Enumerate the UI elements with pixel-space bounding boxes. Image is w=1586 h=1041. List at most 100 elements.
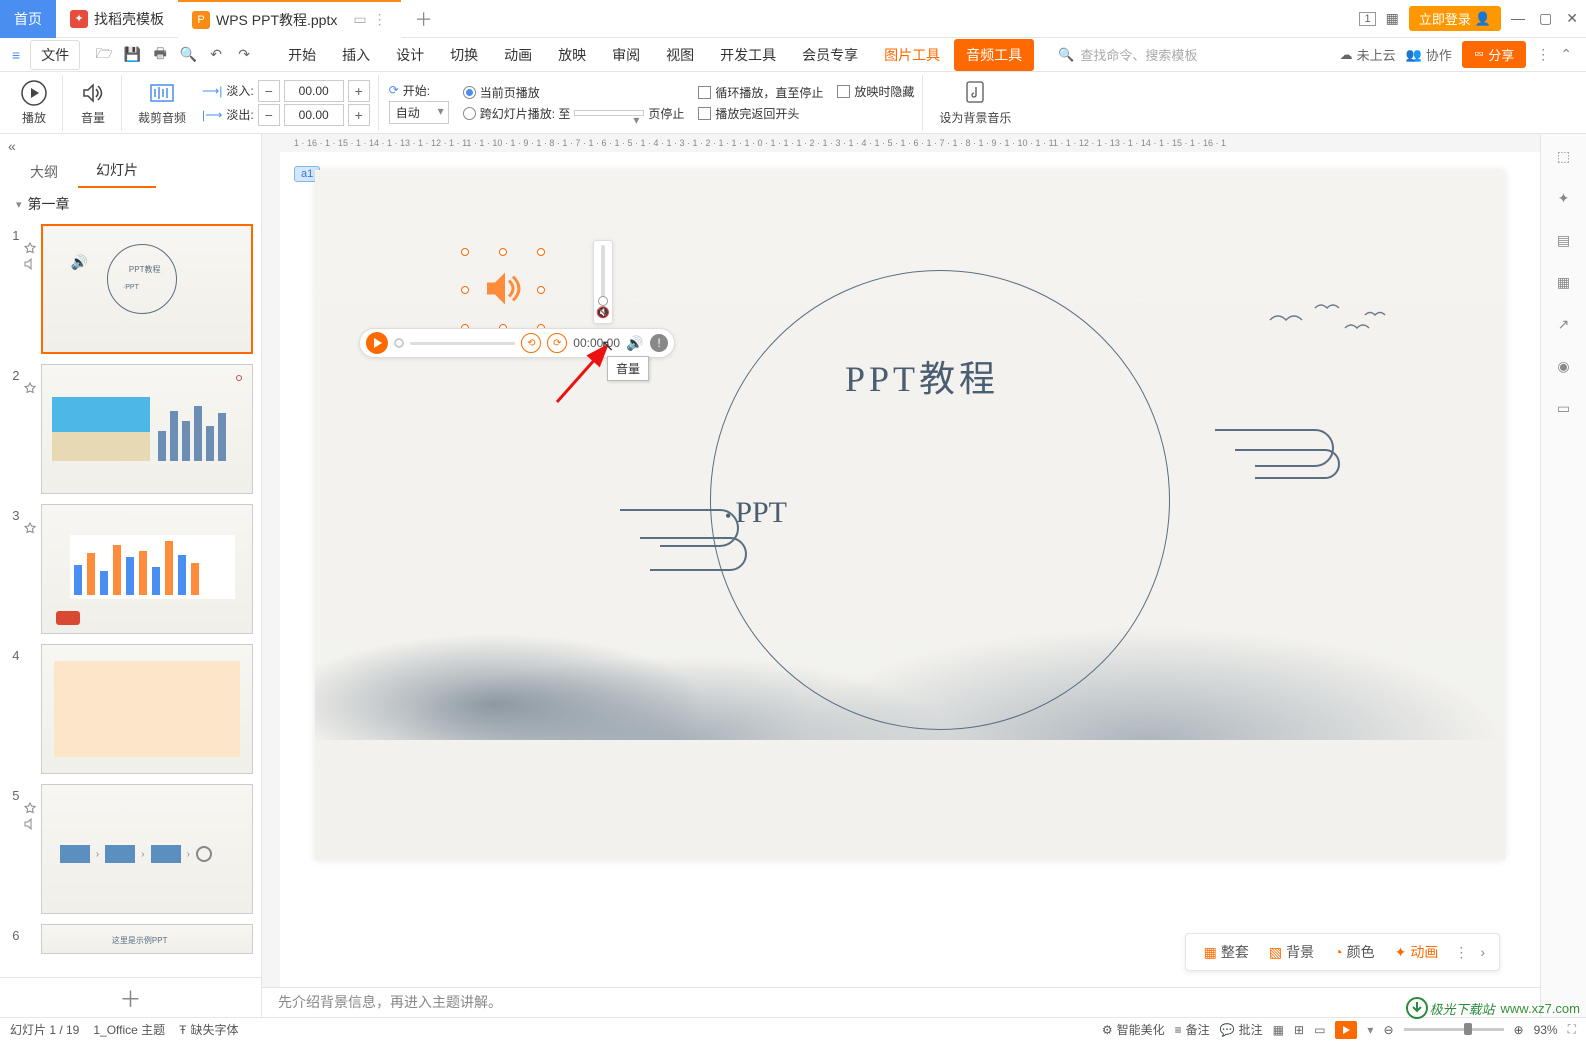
- page-indicator[interactable]: 幻灯片 1 / 19: [10, 1021, 79, 1038]
- tab-insert[interactable]: 插入: [330, 39, 382, 71]
- command-search[interactable]: 🔍 查找命令、搜索模板: [1050, 41, 1250, 68]
- cloud-status[interactable]: ☁未上云: [1340, 45, 1396, 64]
- tab-audio-tools[interactable]: 音频工具: [954, 39, 1034, 71]
- bgm-button[interactable]: 设为背景音乐: [933, 77, 1017, 128]
- audio-object[interactable]: [465, 252, 541, 328]
- seek-handle[interactable]: [394, 338, 404, 348]
- tab-animation[interactable]: 动画: [492, 39, 544, 71]
- comments-toggle[interactable]: 💬批注: [1220, 1021, 1263, 1038]
- zoom-slider[interactable]: [1404, 1028, 1504, 1031]
- resize-handle[interactable]: [537, 248, 545, 256]
- resize-handle[interactable]: [461, 248, 469, 256]
- fadeout-plus[interactable]: +: [348, 104, 370, 126]
- panel-collapse-icon[interactable]: «: [8, 138, 16, 154]
- view-sorter-icon[interactable]: ⊞: [1294, 1023, 1304, 1037]
- fadeout-minus[interactable]: −: [258, 104, 280, 126]
- resize-handle[interactable]: [537, 286, 545, 294]
- tab-doc-pin-icon[interactable]: ⋮: [373, 11, 387, 28]
- minimize-icon[interactable]: —: [1511, 10, 1525, 27]
- volume-handle[interactable]: [598, 296, 608, 306]
- beautify-button[interactable]: ⚙智能美化: [1102, 1021, 1165, 1038]
- fadein-value[interactable]: 00.00: [284, 80, 344, 102]
- rail-sparkle-icon[interactable]: ✦: [1552, 186, 1576, 210]
- more-menu-icon[interactable]: ⋮: [1536, 46, 1550, 63]
- rail-share-icon[interactable]: ↗: [1552, 312, 1576, 336]
- maximize-icon[interactable]: ▢: [1539, 10, 1552, 27]
- action-animation[interactable]: ✦动画: [1387, 940, 1447, 964]
- tab-member[interactable]: 会员专享: [790, 39, 870, 71]
- thumbnail-3[interactable]: [41, 504, 253, 634]
- radio-cross-slides[interactable]: 跨幻灯片播放: 至 页停止: [463, 105, 685, 122]
- undo-icon[interactable]: ↶: [204, 43, 228, 67]
- view-reading-icon[interactable]: ▭: [1314, 1023, 1325, 1037]
- tab-add[interactable]: ＋: [401, 6, 447, 32]
- tab-home[interactable]: 首页: [0, 0, 56, 38]
- slide-title[interactable]: PPT教程: [845, 350, 999, 402]
- theme-indicator[interactable]: 1_Office 主题: [93, 1021, 165, 1038]
- apps-grid-icon[interactable]: ▦: [1386, 10, 1399, 27]
- open-icon[interactable]: 🗁: [92, 43, 116, 67]
- redo-icon[interactable]: ↷: [232, 43, 256, 67]
- mute-icon[interactable]: 🔇: [596, 306, 610, 319]
- notes-area[interactable]: 先介绍背景信息，再进入主题讲解。: [262, 987, 1540, 1017]
- seek-bar[interactable]: [410, 342, 515, 345]
- rail-select-icon[interactable]: ⬚: [1552, 144, 1576, 168]
- radio-current-page[interactable]: 当前页播放: [463, 84, 685, 101]
- player-play-button[interactable]: [366, 332, 388, 354]
- volume-slider-popup[interactable]: 🔇: [593, 240, 613, 324]
- hamburger-icon[interactable]: ≡: [6, 43, 26, 67]
- tab-review[interactable]: 审阅: [600, 39, 652, 71]
- save-icon[interactable]: 💾: [120, 43, 144, 67]
- tab-doc-menu-icon[interactable]: ▭: [353, 11, 366, 28]
- action-arrange[interactable]: ▦整套: [1196, 940, 1257, 964]
- skip-back-button[interactable]: ⟲: [521, 333, 541, 353]
- file-menu-button[interactable]: 文件: [30, 40, 80, 70]
- action-color[interactable]: ◔颜色: [1326, 940, 1382, 964]
- rail-tablet-icon[interactable]: ▭: [1552, 396, 1576, 420]
- fadeout-value[interactable]: 00.00: [284, 104, 344, 126]
- thumbnail-4[interactable]: [41, 644, 253, 774]
- rail-layers-icon[interactable]: ▤: [1552, 228, 1576, 252]
- login-button[interactable]: 立即登录 👤: [1409, 6, 1501, 31]
- collab-button[interactable]: 👥协作: [1406, 45, 1452, 64]
- share-button[interactable]: ⮹分享: [1462, 41, 1526, 68]
- start-mode-dropdown[interactable]: 自动: [389, 101, 449, 124]
- tab-slideshow[interactable]: 放映: [546, 39, 598, 71]
- tab-transition[interactable]: 切换: [438, 39, 490, 71]
- fadein-minus[interactable]: −: [258, 80, 280, 102]
- rail-location-icon[interactable]: ◉: [1552, 354, 1576, 378]
- trim-audio-button[interactable]: 裁剪音频: [132, 77, 192, 128]
- tab-dev[interactable]: 开发工具: [708, 39, 788, 71]
- zoom-value[interactable]: 93%: [1534, 1023, 1558, 1037]
- tab-start[interactable]: 开始: [276, 39, 328, 71]
- rail-layout-icon[interactable]: ▦: [1552, 270, 1576, 294]
- zoom-out-icon[interactable]: ⊖: [1383, 1023, 1393, 1037]
- action-background[interactable]: ▧背景: [1261, 940, 1322, 964]
- print-icon[interactable]: 🖶: [148, 43, 172, 67]
- chapter-header[interactable]: 第一章: [0, 188, 261, 220]
- checkbox-loop[interactable]: 循环播放，直至停止: [698, 84, 823, 101]
- tab-picture-tools[interactable]: 图片工具: [872, 39, 952, 71]
- resize-handle[interactable]: [499, 248, 507, 256]
- play-button[interactable]: 播放: [14, 77, 54, 128]
- slideshow-button[interactable]: [1335, 1021, 1357, 1039]
- zoom-in-icon[interactable]: ⊕: [1514, 1023, 1524, 1037]
- float-more-icon[interactable]: ⋮: [1450, 944, 1472, 961]
- thumbnail-5[interactable]: ›››: [41, 784, 253, 914]
- tab-templates[interactable]: ✦ 找稻壳模板: [56, 0, 178, 38]
- close-icon[interactable]: ✕: [1566, 10, 1578, 27]
- collapse-ribbon-icon[interactable]: ⌃: [1560, 46, 1572, 63]
- tab-view[interactable]: 视图: [654, 39, 706, 71]
- add-slide-button[interactable]: ＋: [0, 977, 261, 1017]
- panel-tab-outline[interactable]: 大纲: [12, 156, 76, 188]
- notes-toggle[interactable]: ≡备注: [1175, 1021, 1210, 1038]
- window-count-icon[interactable]: 1: [1359, 12, 1375, 26]
- view-normal-icon[interactable]: ▦: [1273, 1023, 1284, 1037]
- checkbox-rewind[interactable]: 播放完返回开头: [698, 105, 823, 122]
- info-button[interactable]: !: [650, 334, 668, 352]
- slide-stage[interactable]: a1 a1 PPT教程 PPT: [280, 152, 1540, 987]
- panel-tab-slides[interactable]: 幻灯片: [78, 154, 156, 188]
- volume-button[interactable]: 音量: [73, 77, 113, 128]
- checkbox-hide[interactable]: 放映时隐藏: [837, 83, 914, 100]
- tab-design[interactable]: 设计: [384, 39, 436, 71]
